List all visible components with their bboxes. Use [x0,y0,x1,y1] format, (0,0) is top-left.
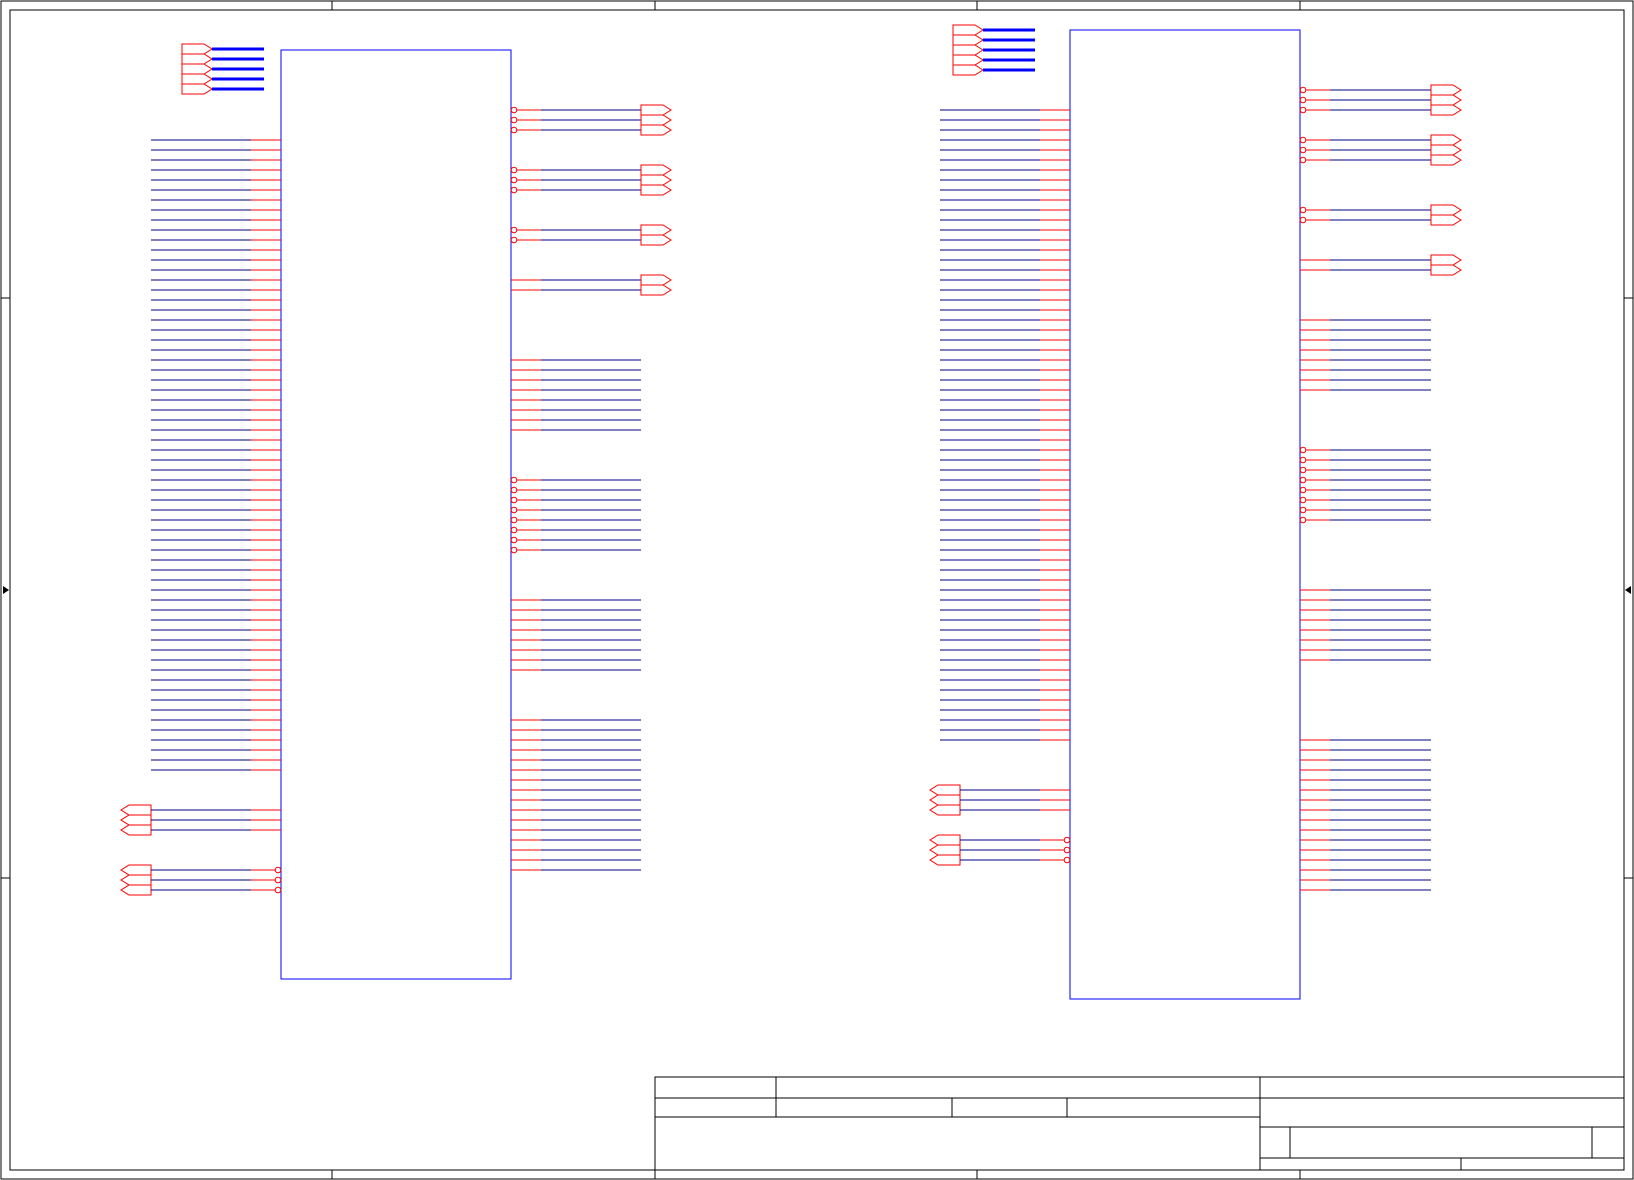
inversion-bubble [510,116,518,124]
inversion-bubble [1299,96,1307,104]
inversion-bubble [1299,156,1307,164]
net-port-icon [929,844,961,856]
inversion-bubble [510,526,518,534]
net-port-icon [1430,84,1462,96]
net-port-icon [120,824,152,836]
arrow-left-icon [1625,586,1631,594]
inversion-bubble [510,546,518,554]
inversion-bubble [1299,516,1307,524]
net-port-icon [640,124,672,136]
net-port-icon [640,224,672,236]
inversion-bubble [510,186,518,194]
inversion-bubble [510,106,518,114]
net-port-icon [1430,134,1462,146]
inversion-bubble [1299,486,1307,494]
net-port-icon [1430,94,1462,106]
right-component [929,24,1462,1000]
inversion-bubble [274,886,282,894]
bus-port-icon [952,64,984,76]
inversion-bubble [1063,856,1071,864]
bus-port-icon [952,54,984,66]
bus-port-icon [952,24,984,36]
title-block [654,1076,1625,1171]
inversion-bubble [1299,446,1307,454]
inversion-bubble [1063,846,1071,854]
net-port-icon [929,854,961,866]
title-block-frame [654,1076,1625,1171]
inversion-bubble [510,236,518,244]
net-port-icon [1430,214,1462,226]
inversion-bubble [510,226,518,234]
inversion-bubble [510,486,518,494]
net-port-icon [640,174,672,186]
inversion-bubble [510,476,518,484]
bus-port-icon [181,83,213,95]
net-port-icon [1430,254,1462,266]
inversion-bubble [1299,146,1307,154]
inversion-bubble [510,166,518,174]
schematic-canvas [0,0,1634,1180]
inversion-bubble [510,516,518,524]
inversion-bubble [510,176,518,184]
net-port-icon [120,804,152,816]
inversion-bubble [1063,836,1071,844]
net-port-icon [1430,204,1462,216]
bus-port-icon [952,44,984,56]
net-port-icon [640,234,672,246]
component-body [280,49,512,980]
inversion-bubble [274,876,282,884]
inversion-bubble [1299,496,1307,504]
inversion-bubble [1299,456,1307,464]
inversion-bubble [510,506,518,514]
bus-port-icon [181,73,213,85]
left-component [120,43,672,980]
bus-port-icon [181,53,213,65]
net-port-icon [1430,264,1462,276]
inversion-bubble [1299,466,1307,474]
net-port-icon [929,834,961,846]
schematic-sheet [0,0,1634,1180]
bus-port-icon [181,63,213,75]
inversion-bubble [274,866,282,874]
net-port-icon [640,104,672,116]
inversion-bubble [1299,106,1307,114]
net-port-icon [929,794,961,806]
net-port-icon [1430,144,1462,156]
component-body [1069,29,1301,1000]
net-port-icon [640,284,672,296]
bus-port-icon [952,34,984,46]
net-port-icon [640,114,672,126]
net-port-icon [640,274,672,286]
inversion-bubble [1299,206,1307,214]
inversion-bubble [510,126,518,134]
net-port-icon [1430,154,1462,166]
title-block-number-box [1259,1126,1625,1159]
inversion-bubble [510,496,518,504]
net-port-icon [120,864,152,876]
net-port-icon [120,884,152,896]
net-port-icon [929,784,961,796]
net-port-icon [640,184,672,196]
bus-port-icon [181,43,213,55]
inversion-bubble [1299,476,1307,484]
net-port-icon [120,874,152,886]
inversion-bubble [510,536,518,544]
inversion-bubble [1299,506,1307,514]
net-port-icon [929,804,961,816]
inversion-bubble [1299,86,1307,94]
inversion-bubble [1299,216,1307,224]
net-port-icon [640,164,672,176]
arrow-right-icon [3,586,9,594]
net-port-icon [1430,104,1462,116]
net-port-icon [120,814,152,826]
inversion-bubble [1299,136,1307,144]
